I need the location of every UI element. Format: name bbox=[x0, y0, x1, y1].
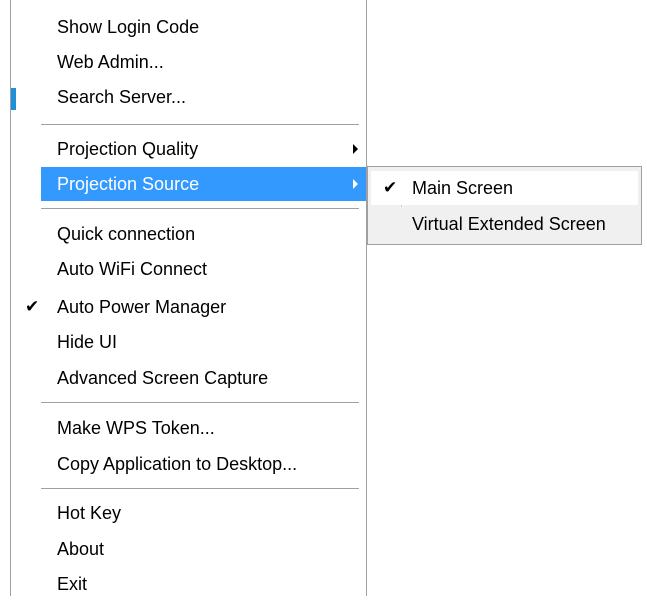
menu-item-copy-application-to-desktop[interactable]: Copy Application to Desktop... bbox=[11, 447, 366, 481]
menu-item-label: Projection Quality bbox=[57, 138, 199, 159]
chevron-right-icon bbox=[353, 179, 358, 189]
menu-item-label: Projection Source bbox=[57, 173, 200, 194]
menu-separator bbox=[41, 124, 359, 126]
projection-source-submenu: ✔ Main Screen Virtual Extended Screen bbox=[367, 166, 642, 245]
menu-item-label: Web Admin... bbox=[57, 51, 164, 72]
context-menu: Show Login Code Web Admin... Search Serv… bbox=[10, 0, 367, 596]
menu-item-label: Auto WiFi Connect bbox=[57, 258, 208, 279]
menu-item-label: Hide UI bbox=[57, 331, 118, 352]
menu-item-show-login-code[interactable]: Show Login Code bbox=[11, 10, 366, 44]
menu-item-make-wps-token[interactable]: Make WPS Token... bbox=[11, 411, 366, 445]
menu-item-label: Make WPS Token... bbox=[57, 417, 215, 438]
menu-item-about[interactable]: About bbox=[11, 532, 366, 566]
menu-item-search-server[interactable]: Search Server... bbox=[11, 80, 366, 114]
menu-item-label: Search Server... bbox=[57, 86, 187, 107]
menu-item-label: Hot Key bbox=[57, 502, 122, 523]
menu-separator bbox=[41, 488, 359, 490]
menu-item-label: Auto Power Manager bbox=[57, 296, 227, 317]
menu-item-label: About bbox=[57, 538, 105, 559]
submenu-item-virtual-extended-screen[interactable]: Virtual Extended Screen bbox=[368, 207, 641, 241]
menu-item-label: Advanced Screen Capture bbox=[57, 367, 269, 388]
menu-separator bbox=[41, 208, 359, 210]
menu-item-hide-ui[interactable]: Hide UI bbox=[11, 325, 366, 359]
submenu-item-label: Virtual Extended Screen bbox=[412, 213, 606, 234]
check-icon: ✔ bbox=[25, 297, 40, 316]
check-icon: ✔ bbox=[383, 178, 398, 197]
menu-item-advanced-screen-capture[interactable]: Advanced Screen Capture bbox=[11, 361, 366, 395]
menu-item-quick-connection[interactable]: Quick connection bbox=[11, 217, 366, 251]
submenu-item-label: Main Screen bbox=[412, 177, 514, 198]
menu-separator bbox=[41, 402, 359, 404]
menu-item-projection-quality[interactable]: Projection Quality bbox=[11, 132, 366, 166]
menu-item-label: Exit bbox=[57, 573, 88, 594]
menu-item-auto-power-manager[interactable]: ✔ Auto Power Manager bbox=[11, 290, 366, 324]
menu-item-label: Quick connection bbox=[57, 223, 196, 244]
menu-item-web-admin[interactable]: Web Admin... bbox=[11, 45, 366, 79]
submenu-item-main-screen[interactable]: ✔ Main Screen bbox=[371, 171, 638, 205]
chevron-right-icon bbox=[353, 144, 358, 154]
menu-item-hot-key[interactable]: Hot Key bbox=[11, 496, 366, 530]
menu-item-projection-source[interactable]: Projection Source bbox=[41, 167, 366, 201]
menu-item-label: Show Login Code bbox=[57, 16, 200, 37]
menu-item-label: Copy Application to Desktop... bbox=[57, 453, 298, 474]
menu-item-auto-wifi-connect[interactable]: Auto WiFi Connect bbox=[11, 252, 366, 286]
